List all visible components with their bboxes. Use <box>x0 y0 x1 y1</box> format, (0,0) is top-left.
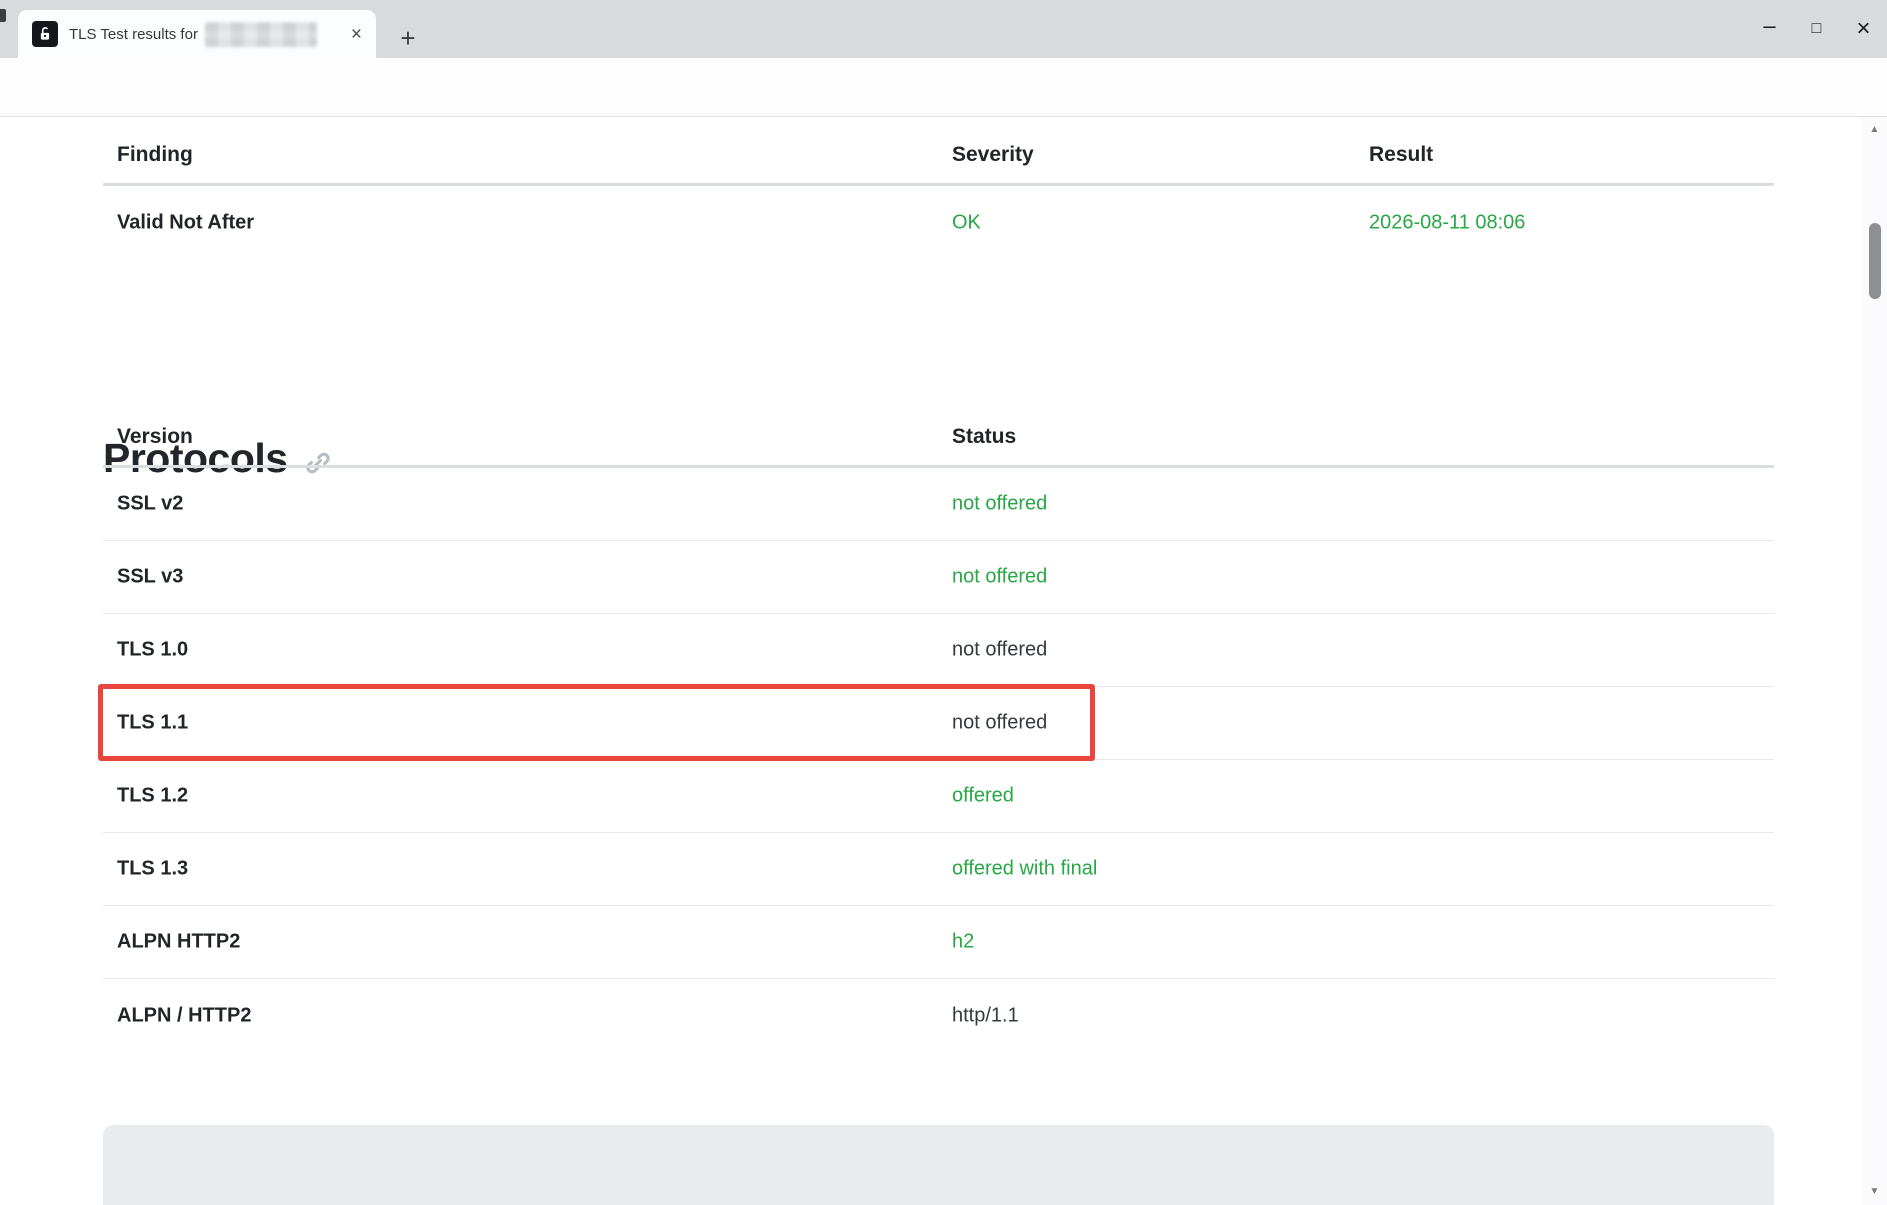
severity-value: OK <box>952 211 981 233</box>
protocol-version: TLS 1.1 <box>117 711 189 734</box>
table-row: TLS 1.3 offered with final <box>103 833 1774 906</box>
protocols-table: Version Status SSL v2 not offered SSL v3… <box>98 407 1774 1052</box>
column-header-severity: Severity <box>952 143 1034 166</box>
browser-window: TLS Test results for × + – □ × Finding S… <box>0 0 1887 1205</box>
tab-title: TLS Test results for <box>69 25 198 43</box>
protocol-version: TLS 1.0 <box>117 638 189 661</box>
browser-toolbar: https://testtls.com/443 A ☆ | <box>0 58 1887 167</box>
browser-tab[interactable]: TLS Test results for × <box>18 10 376 58</box>
table-row-highlighted: TLS 1.1 not offered <box>98 684 1774 761</box>
page-content: Finding Severity Result Valid Not After … <box>0 117 1887 1205</box>
table-row: ALPN / HTTP2 http/1.1 <box>103 979 1774 1052</box>
column-header-result: Result <box>1369 143 1434 166</box>
window-edge-fragment <box>0 9 6 22</box>
tab-strip: TLS Test results for × + – □ × <box>0 0 1887 58</box>
highlight-annotation-box <box>98 684 1095 761</box>
table-row: TLS 1.2 offered <box>103 760 1774 833</box>
protocol-status: offered <box>952 784 1014 807</box>
protocol-status: not offered <box>952 492 1048 515</box>
close-button[interactable]: × <box>1840 0 1887 58</box>
column-header-finding: Finding <box>117 143 193 166</box>
table-row: TLS 1.0 not offered <box>103 614 1774 687</box>
protocol-version: ALPN / HTTP2 <box>117 1004 252 1026</box>
table-row: ALPN HTTP2 h2 <box>103 906 1774 979</box>
protocol-status: offered with final <box>952 857 1098 880</box>
protocol-status: not offered <box>952 711 1048 734</box>
findings-table: Finding Severity Result Valid Not After … <box>103 117 1774 259</box>
protocol-status: h2 <box>952 930 975 953</box>
new-tab-button[interactable]: + <box>392 22 424 54</box>
maximize-button[interactable]: □ <box>1793 0 1840 58</box>
tab-close-icon[interactable]: × <box>351 25 362 44</box>
protocol-status: http/1.1 <box>952 1004 1019 1026</box>
protocol-version: ALPN HTTP2 <box>117 930 241 953</box>
table-row: Valid Not After OK 2026-08-11 08:06 <box>103 186 1774 259</box>
column-header-status: Status <box>952 425 1017 448</box>
minimize-button[interactable]: – <box>1746 0 1793 58</box>
protocol-version: TLS 1.3 <box>117 857 189 880</box>
result-value: 2026-08-11 08:06 <box>1369 211 1526 233</box>
scroll-up-icon[interactable]: ▲ <box>1862 124 1887 135</box>
protocol-version: SSL v2 <box>117 492 184 515</box>
protocol-status: not offered <box>952 565 1048 588</box>
finding-name: Valid Not After <box>117 211 255 233</box>
protocol-status: not offered <box>952 638 1048 661</box>
table-row: SSL v3 not offered <box>103 541 1774 614</box>
redacted-hostname-blur <box>204 21 317 47</box>
next-section-card <box>103 1125 1774 1205</box>
protocol-version: SSL v3 <box>117 565 184 588</box>
table-row: SSL v2 not offered <box>103 468 1774 541</box>
vertical-scrollbar[interactable]: ▲ ▼ <box>1862 117 1887 1205</box>
findings-header-row: Finding Severity Result <box>103 117 1774 186</box>
tab-favicon-open-lock-icon <box>32 21 58 47</box>
scroll-down-icon[interactable]: ▼ <box>1862 1186 1887 1197</box>
protocol-version: TLS 1.2 <box>117 784 189 807</box>
protocols-header-row: Version Status <box>103 407 1774 468</box>
scrollbar-thumb[interactable] <box>1869 223 1881 299</box>
window-controls: – □ × <box>1746 0 1887 58</box>
column-header-version: Version <box>117 425 193 448</box>
